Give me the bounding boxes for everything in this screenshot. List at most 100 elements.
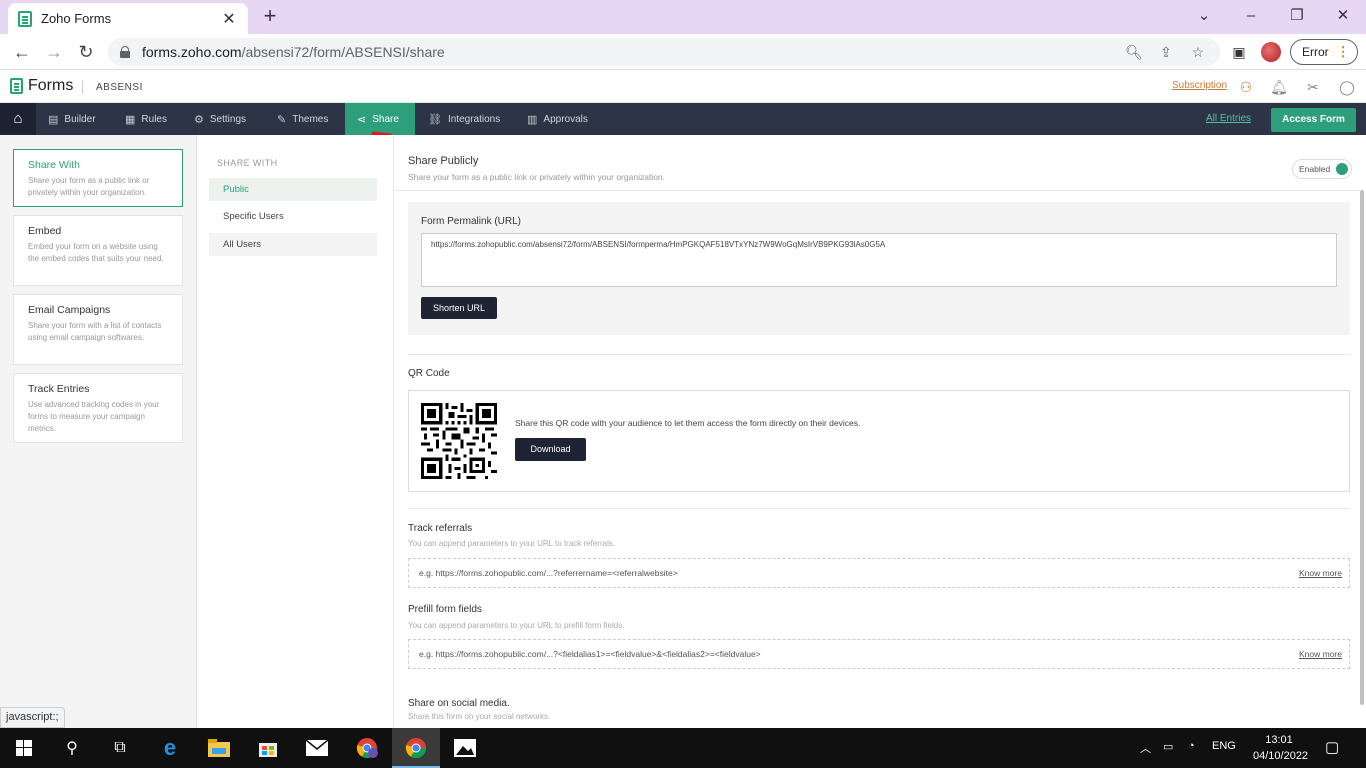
prefill-description: You can append parameters to your URL to… (408, 621, 625, 630)
scrollbar[interactable] (1360, 190, 1364, 705)
share-with-panel: SHARE WITH Public Specific Users All Use… (197, 135, 394, 728)
zoom-icon[interactable]: 🔍︎ (1124, 42, 1144, 62)
new-tab-button[interactable]: + (258, 5, 282, 29)
brush-icon: ✎ (277, 113, 287, 126)
prefill-example: e.g. https://forms.zohopublic.com/...?<f… (408, 639, 1350, 669)
nav-settings[interactable]: ⚙ Settings (182, 103, 258, 135)
track-entries-card[interactable]: Track Entries Use advanced tracking code… (13, 373, 183, 443)
share-page-icon[interactable]: ⇪ (1156, 42, 1176, 62)
track-referrals-description: You can append parameters to your URL to… (408, 539, 616, 548)
browser-tab-strip: Zoho Forms ✕ + ⌄ – ❐ ✕ (0, 0, 1366, 34)
share-with-public[interactable]: Public (209, 178, 377, 201)
file-explorer-icon[interactable] (195, 728, 243, 768)
subscription-link[interactable]: Subscription (1172, 80, 1227, 91)
social-media-description: Share this form on your social networks. (408, 712, 551, 721)
back-button[interactable]: ← (10, 40, 34, 64)
gear-icon: ⚙ (194, 113, 204, 126)
browser-tab[interactable]: Zoho Forms ✕ (8, 3, 248, 34)
language-indicator[interactable]: ENG (1212, 740, 1236, 752)
card-description: Share your form with a list of contacts … (28, 321, 162, 342)
divider (408, 508, 1350, 509)
system-clock[interactable]: 13:01 04/10/2022 (1253, 732, 1308, 764)
track-referrals-example: e.g. https://forms.zohopublic.com/...?re… (408, 558, 1350, 588)
wifi-icon[interactable]: ◔ (1188, 740, 1195, 752)
share-with-all-users[interactable]: All Users (209, 233, 377, 256)
tab-search-chevron-icon[interactable]: ⌄ (1181, 4, 1227, 28)
embed-card[interactable]: Embed Embed your form on a website using… (13, 215, 183, 286)
mail-icon[interactable] (293, 728, 341, 768)
card-description: Share your form as a public link or priv… (28, 176, 150, 197)
photos-icon[interactable] (441, 728, 489, 768)
email-campaigns-card[interactable]: Email Campaigns Share your form with a l… (13, 294, 183, 365)
qr-code-section: Share this QR code with your audience to… (408, 390, 1350, 492)
restore-button[interactable]: ❐ (1274, 4, 1320, 28)
header-divider (82, 80, 83, 94)
notifications-icon[interactable]: ▢ (1325, 738, 1339, 756)
permalink-section: Form Permalink (URL) https://forms.zohop… (408, 202, 1350, 335)
know-more-link[interactable]: Know more (1299, 640, 1342, 668)
divider (394, 190, 1360, 191)
show-hidden-icons-icon[interactable]: ︿ (1140, 740, 1151, 756)
card-title: Embed (28, 225, 62, 237)
nav-rules[interactable]: ▦ Rules (113, 103, 179, 135)
all-entries-link[interactable]: All Entries (1206, 113, 1251, 124)
battery-icon[interactable]: ▭ (1163, 740, 1173, 753)
user-share-icon[interactable]: ⚇ (1236, 77, 1256, 97)
track-referrals-title: Track referrals (408, 523, 473, 534)
clock-time: 13:01 (1265, 734, 1293, 746)
zoho-forms-logo-icon (10, 78, 23, 94)
status-bar-url: javascript:; (0, 707, 65, 728)
permalink-label: Form Permalink (URL) (421, 216, 522, 227)
forward-button[interactable]: → (42, 40, 66, 64)
permalink-url-field[interactable]: https://forms.zohopublic.com/absensi72/f… (421, 233, 1337, 287)
close-tab-icon[interactable]: ✕ (220, 9, 238, 29)
close-window-button[interactable]: ✕ (1320, 4, 1366, 28)
side-panel-icon[interactable]: ▣ (1229, 42, 1249, 62)
nav-integrations[interactable]: ⛓ Integrations (416, 103, 512, 135)
share-with-specific-users[interactable]: Specific Users (209, 205, 377, 228)
address-bar[interactable]: forms.zoho.com/absensi72/form/ABSENSI/sh… (108, 38, 1220, 66)
nav-approvals[interactable]: ▥ Approvals (515, 103, 600, 135)
form-nav-bar: ⌂ ▤ Builder ▦ Rules ⚙ Settings ✎ Themes ⋖ Sha… (0, 103, 1366, 135)
shorten-url-button[interactable]: Shorten URL (421, 297, 497, 319)
enabled-toggle[interactable]: Enabled (1292, 159, 1352, 179)
menu-kebab-icon[interactable]: ⋮ (1337, 44, 1350, 60)
windows-taskbar: ⚲ ⧉ e ︿ ▭ ◔ ENG 13:01 04/10/2022 ▢ (0, 728, 1366, 768)
reload-button[interactable]: ↻ (74, 40, 98, 64)
approvals-icon: ▥ (527, 113, 538, 126)
form-name: ABSENSI (96, 82, 143, 93)
home-icon[interactable]: ⌂ (0, 103, 36, 135)
card-description: Use advanced tracking codes in your form… (28, 400, 160, 433)
browser-toolbar: ← → ↻ forms.zoho.com/absensi72/form/ABSE… (0, 34, 1366, 70)
search-icon[interactable]: ⚲ (48, 728, 96, 768)
chrome-profile-icon[interactable] (343, 728, 391, 768)
page-description: Share your form as a public link or priv… (408, 172, 666, 182)
share-with-card[interactable]: Share With Share your form as a public l… (13, 149, 183, 207)
zoho-forms-favicon-icon (18, 10, 32, 27)
task-view-icon[interactable]: ⧉ (96, 728, 144, 768)
user-avatar-icon[interactable]: ◯ (1337, 77, 1357, 97)
edge-browser-icon[interactable]: e (146, 728, 194, 768)
share-with-heading: SHARE WITH (217, 158, 278, 168)
tools-icon[interactable]: ✂ (1303, 77, 1323, 97)
app-brand[interactable]: Forms (28, 77, 73, 95)
access-form-button[interactable]: Access Form (1271, 108, 1356, 132)
minimize-button[interactable]: – (1228, 4, 1274, 28)
lock-icon[interactable] (120, 46, 130, 58)
windows-start-icon[interactable] (0, 728, 48, 768)
nav-builder[interactable]: ▤ Builder (36, 103, 108, 135)
store-icon[interactable] (244, 728, 292, 768)
know-more-link[interactable]: Know more (1299, 559, 1342, 587)
share-publicly-panel: Share Publicly Share your form as a publ… (394, 135, 1366, 728)
profile-avatar[interactable] (1261, 42, 1281, 62)
social-media-title: Share on social media. (408, 698, 510, 709)
nav-themes[interactable]: ✎ Themes (265, 103, 340, 135)
bell-icon[interactable]: 🔔︎ (1269, 77, 1289, 97)
download-qr-button[interactable]: Download (515, 438, 586, 461)
card-title: Track Entries (28, 383, 90, 395)
chrome-icon[interactable] (392, 728, 440, 768)
bookmark-star-icon[interactable]: ☆ (1188, 42, 1208, 62)
profile-error-button[interactable]: Error ⋮ (1290, 39, 1358, 65)
divider (408, 354, 1350, 355)
qr-code-title: QR Code (408, 368, 450, 379)
